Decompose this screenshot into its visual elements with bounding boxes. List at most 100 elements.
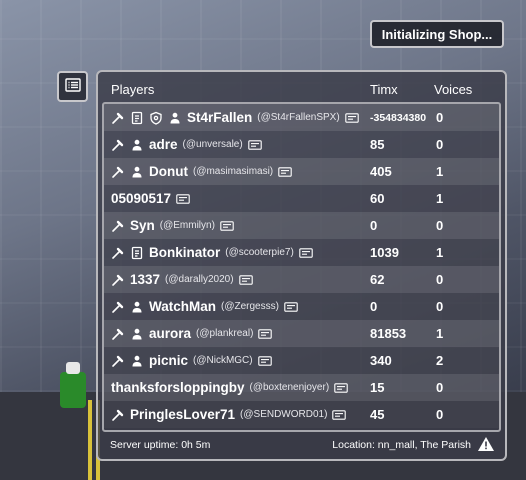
hammer-icon xyxy=(111,273,125,287)
profile-card-icon[interactable] xyxy=(220,220,234,231)
hammer-icon xyxy=(111,327,125,341)
person-icon xyxy=(168,111,182,125)
player-timx: 1039 xyxy=(370,245,399,260)
hammer-icon xyxy=(111,354,125,368)
player-row[interactable]: aurora (@plankreal) 81853 1 xyxy=(104,320,499,347)
hammer-icon xyxy=(111,219,125,233)
player-name-cell: PringlesLover71 (@SENDWORD01) xyxy=(104,401,366,428)
player-username: (@unversale) xyxy=(182,139,243,150)
player-row[interactable]: thanksforsloppingby (@boxtenenjoyer) 15 0 xyxy=(104,374,499,401)
player-timx: 0 xyxy=(370,218,378,233)
player-row[interactable]: Syn (@Emmilyn) 0 0 xyxy=(104,212,499,239)
player-display-name: adre xyxy=(149,137,178,152)
player-username: (@SENDWORD01) xyxy=(240,409,328,420)
document-icon xyxy=(130,246,144,260)
player-timx: 45 xyxy=(370,407,385,422)
shield-icon xyxy=(149,111,163,125)
hammer-icon xyxy=(111,138,125,152)
player-username: (@St4rFallenSPX) xyxy=(257,112,340,123)
profile-card-icon[interactable] xyxy=(247,139,262,150)
profile-card-icon[interactable] xyxy=(176,193,190,204)
player-voices: 0 xyxy=(436,299,444,314)
hammer-icon xyxy=(111,111,125,125)
player-timx: -354834380 xyxy=(370,112,427,124)
warning-icon[interactable] xyxy=(477,436,495,452)
player-list[interactable]: St4rFallen (@St4rFallenSPX) -354834380 0 adr… xyxy=(102,102,501,432)
player-name-cell: aurora (@plankreal) xyxy=(104,320,366,347)
player-username: (@Emmilyn) xyxy=(159,220,215,231)
player-row[interactable]: St4rFallen (@St4rFallenSPX) -354834380 0 xyxy=(104,104,499,131)
player-name-cell: Donut (@masimasimasi) xyxy=(104,158,366,185)
player-list-header: Players Timx Voices xyxy=(102,76,501,102)
player-username: (@masimasimasi) xyxy=(192,166,274,177)
player-voices: 0 xyxy=(436,380,444,395)
player-voices: 1 xyxy=(436,245,444,260)
shop-button-label: Initializing Shop... xyxy=(381,26,493,42)
person-icon xyxy=(130,327,144,341)
player-name-cell: picnic (@NickMGC) xyxy=(104,347,366,374)
player-display-name: picnic xyxy=(149,353,189,368)
initializing-shop-button[interactable]: Initializing Shop... xyxy=(370,20,504,48)
player-display-name: St4rFallen xyxy=(187,110,253,125)
player-list-toggle-button[interactable] xyxy=(57,71,88,102)
player-timx: 15 xyxy=(370,380,385,395)
player-display-name: 05090517 xyxy=(111,191,172,206)
voices-column-header: Voices xyxy=(434,82,473,97)
hammer-icon xyxy=(111,408,125,422)
player-list-footer: Server uptime: 0h 5m Location: nn_mall, … xyxy=(102,434,501,456)
player-row[interactable]: PringlesLover71 (@SENDWORD01) 45 0 xyxy=(104,401,499,428)
player-voices: 0 xyxy=(436,137,444,152)
road-line xyxy=(88,400,92,480)
player-username: (@boxtenenjoyer) xyxy=(249,382,330,393)
hammer-icon xyxy=(111,246,125,260)
player-row[interactable]: WatchMan (@Zergesss) 0 0 xyxy=(104,293,499,320)
player-timx: 81853 xyxy=(370,326,407,341)
player-name-cell: 05090517 xyxy=(104,185,366,212)
profile-card-icon[interactable] xyxy=(344,112,359,123)
person-icon xyxy=(130,300,144,314)
player-row[interactable]: adre (@unversale) 85 0 xyxy=(104,131,499,158)
player-timx: 62 xyxy=(370,272,385,287)
player-voices: 0 xyxy=(436,407,444,422)
player-row[interactable]: Donut (@masimasimasi) 405 1 xyxy=(104,158,499,185)
player-display-name: aurora xyxy=(149,326,192,341)
player-row[interactable]: Bonkinator (@scooterpie7) 1039 1 xyxy=(104,239,499,266)
server-location: Location: nn_mall, The Parish xyxy=(332,439,471,451)
player-username: (@Zergesss) xyxy=(221,301,279,312)
person-icon xyxy=(130,138,144,152)
player-display-name: Bonkinator xyxy=(149,245,221,260)
profile-card-icon[interactable] xyxy=(332,409,347,420)
player-row[interactable]: 05090517 60 1 xyxy=(104,185,499,212)
player-display-name: PringlesLover71 xyxy=(130,407,236,422)
profile-card-icon[interactable] xyxy=(238,274,253,285)
person-icon xyxy=(130,165,144,179)
person-icon xyxy=(130,354,144,368)
profile-card-icon[interactable] xyxy=(334,382,348,393)
player-timx: 340 xyxy=(370,353,392,368)
player-name-cell: adre (@unversale) xyxy=(104,131,366,158)
profile-card-icon[interactable] xyxy=(278,166,292,177)
player-voices: 0 xyxy=(436,110,444,125)
player-name-cell: thanksforsloppingby (@boxtenenjoyer) xyxy=(104,374,366,401)
player-voices: 1 xyxy=(436,164,444,179)
profile-card-icon[interactable] xyxy=(299,247,313,258)
profile-card-icon[interactable] xyxy=(257,355,272,366)
player-row[interactable]: picnic (@NickMGC) 340 2 xyxy=(104,347,499,374)
player-display-name: Donut xyxy=(149,164,188,179)
player-voices: 2 xyxy=(436,353,444,368)
player-row[interactable]: 1337 (@darally2020) 62 0 xyxy=(104,266,499,293)
document-icon xyxy=(130,111,144,125)
players-column-header: Players xyxy=(111,82,155,97)
profile-card-icon[interactable] xyxy=(284,301,298,312)
hammer-icon xyxy=(111,165,125,179)
server-uptime: Server uptime: 0h 5m xyxy=(110,439,211,451)
timx-column-header: Timx xyxy=(370,82,398,97)
player-timx: 60 xyxy=(370,191,385,206)
profile-card-icon[interactable] xyxy=(258,328,273,339)
player-username: (@NickMGC) xyxy=(193,355,253,366)
player-character xyxy=(60,362,86,408)
player-timx: 405 xyxy=(370,164,392,179)
player-timx: 0 xyxy=(370,299,378,314)
player-timx: 85 xyxy=(370,137,385,152)
player-name-cell: WatchMan (@Zergesss) xyxy=(104,293,366,320)
